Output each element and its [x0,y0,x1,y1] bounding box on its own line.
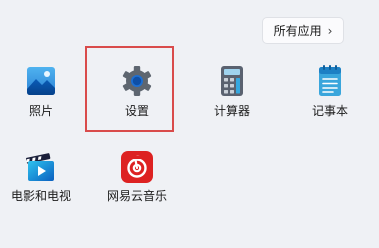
app-tile-calculator[interactable]: 计算器 [192,64,272,144]
all-apps-button[interactable]: 所有应用 › [262,17,344,44]
netease-music-icon [121,151,153,183]
movies-tv-icon [26,153,54,181]
app-tile-movies-tv[interactable]: 电影和电视 [1,150,81,230]
app-label: 电影和电视 [10,189,71,203]
app-label: 设置 [124,104,149,118]
app-label: 照片 [28,104,53,118]
app-tile-notepad[interactable]: 记事本 [290,64,370,144]
all-apps-label: 所有应用 [273,24,322,38]
app-label: 计算器 [213,104,250,118]
settings-gear-icon [122,66,152,96]
app-label: 记事本 [311,104,348,118]
calculator-icon [221,66,243,96]
chevron-right-icon: › [327,23,333,38]
app-tile-settings[interactable]: 设置 [97,64,177,144]
app-label: 网易云音乐 [106,189,167,203]
app-tile-photos[interactable]: 照片 [1,64,81,144]
app-tile-netease-music[interactable]: 网易云音乐 [97,150,177,230]
photos-icon [27,67,55,95]
notepad-icon [319,65,341,96]
